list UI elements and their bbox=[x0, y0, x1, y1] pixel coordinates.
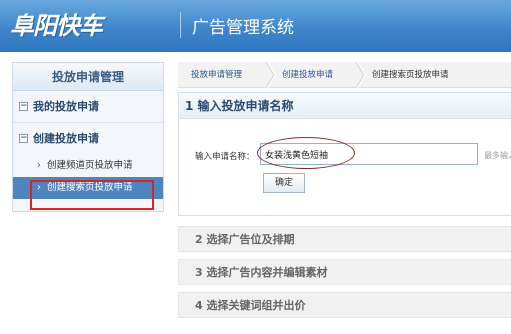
highlight-annotation bbox=[30, 180, 154, 210]
step-3-header[interactable]: 3 选择广告内容并编辑素材 bbox=[178, 259, 511, 285]
max-length-hint: 最多输入 bbox=[484, 151, 511, 160]
step-1-panel: 1 输入投放申请名称 输入申请名称： 最多输入 确定 bbox=[178, 92, 511, 216]
step-2-header[interactable]: 2 选择广告位及排期 bbox=[178, 226, 511, 252]
sidebar-title: 投放申请管理 bbox=[13, 63, 163, 91]
logo: 阜阳快车 bbox=[10, 12, 103, 40]
breadcrumb: 投放申请管理 创建投放申请 创建搜索页投放申请 bbox=[178, 62, 511, 88]
step-4-header[interactable]: 4 选择关键词组并出价 bbox=[178, 292, 511, 318]
system-title: 广告管理系统 bbox=[192, 18, 294, 38]
sidebar-item-label: 创建频道页投放申请 bbox=[47, 160, 133, 171]
name-field-label: 输入申请名称： bbox=[195, 152, 255, 162]
confirm-button[interactable]: 确定 bbox=[263, 173, 305, 193]
sidebar-item-channel-page[interactable]: › 创建频道页投放申请 bbox=[13, 155, 163, 177]
breadcrumb-item[interactable]: 创建投放申请 bbox=[282, 62, 333, 88]
minus-box-icon: − bbox=[19, 100, 28, 111]
sidebar-group-create-application[interactable]: − 创建投放申请 bbox=[13, 123, 163, 155]
step-1-title: 1 输入投放申请名称 bbox=[179, 93, 511, 119]
minus-box-icon: − bbox=[19, 132, 28, 143]
breadcrumb-separator-icon bbox=[356, 62, 366, 88]
app-header: 阜阳快车 广告管理系统 bbox=[0, 0, 511, 52]
sidebar-group-label: 我的投放申请 bbox=[33, 100, 99, 113]
breadcrumb-current: 创建搜索页投放申请 bbox=[372, 70, 449, 80]
breadcrumb-item[interactable]: 投放申请管理 bbox=[191, 62, 242, 88]
sidebar-group-label: 创建投放申请 bbox=[33, 132, 99, 145]
header-divider bbox=[180, 12, 181, 38]
application-name-input[interactable] bbox=[260, 143, 478, 165]
breadcrumb-separator-icon bbox=[266, 62, 276, 88]
chevron-right-icon: › bbox=[37, 160, 41, 171]
sidebar-group-my-applications[interactable]: − 我的投放申请 bbox=[13, 91, 163, 123]
